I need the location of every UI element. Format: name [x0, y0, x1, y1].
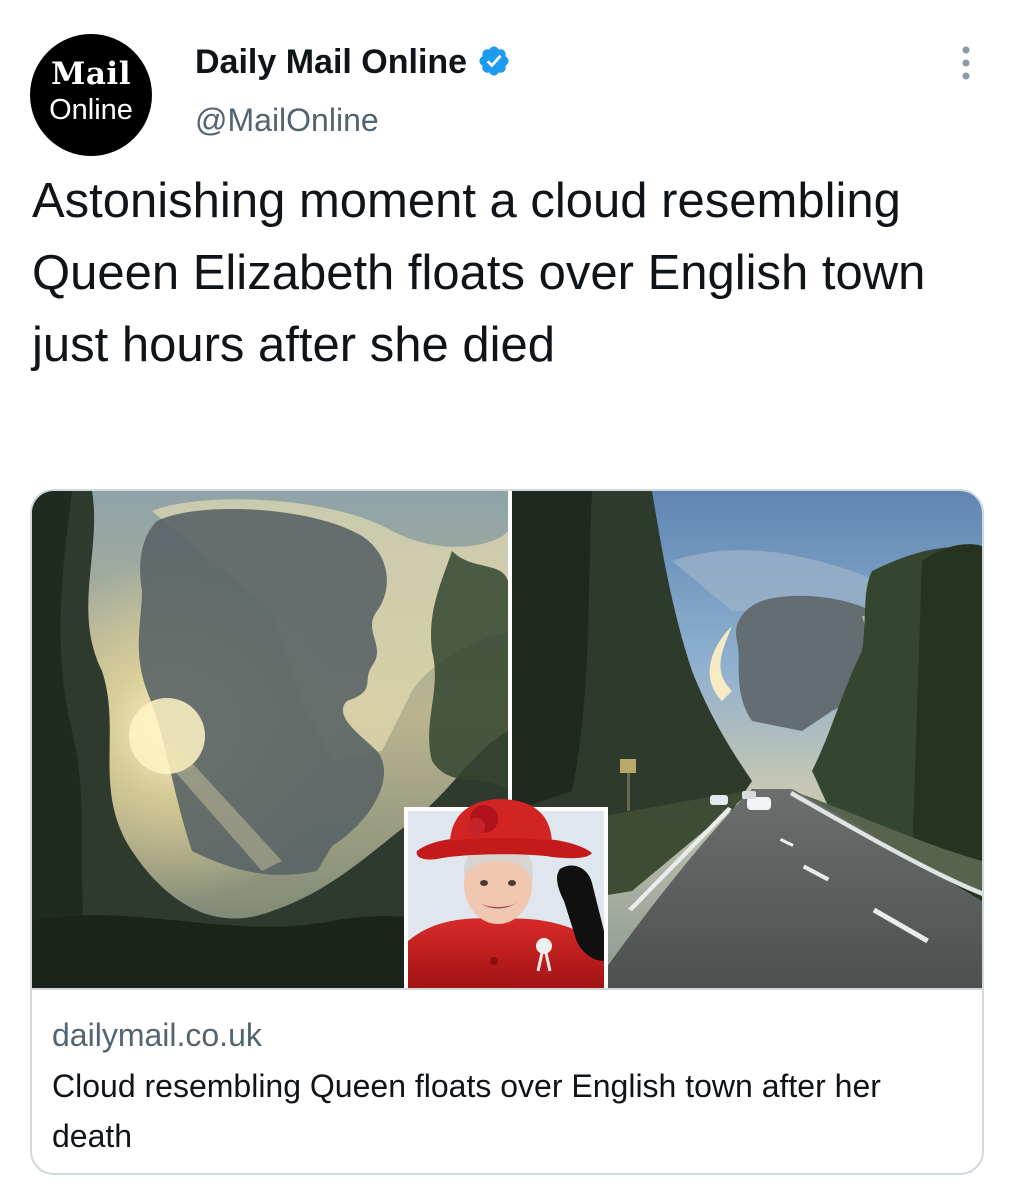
avatar[interactable]: Mail Online — [30, 34, 152, 156]
link-card-divider — [32, 988, 982, 990]
link-card-domain: dailymail.co.uk — [52, 1017, 262, 1053]
tweet-text: Astonishing moment a cloud resembling Qu… — [32, 174, 926, 372]
link-card[interactable]: dailymail.co.uk Cloud resembling Queen f… — [30, 489, 984, 1175]
verified-badge-icon — [479, 46, 509, 76]
display-name-text: Daily Mail Online — [195, 43, 468, 81]
avatar-mail-text: Mail — [51, 56, 131, 92]
avatar-online-text: Online — [49, 94, 133, 126]
account-handle[interactable]: @MailOnline — [195, 98, 379, 142]
more-options-button[interactable] — [946, 38, 986, 88]
more-options-icon — [962, 46, 970, 80]
link-card-image — [32, 491, 982, 988]
link-card-title: Cloud resembling Queen floats over Engli… — [52, 1068, 881, 1154]
display-name[interactable]: Daily Mail Online — [195, 40, 511, 84]
